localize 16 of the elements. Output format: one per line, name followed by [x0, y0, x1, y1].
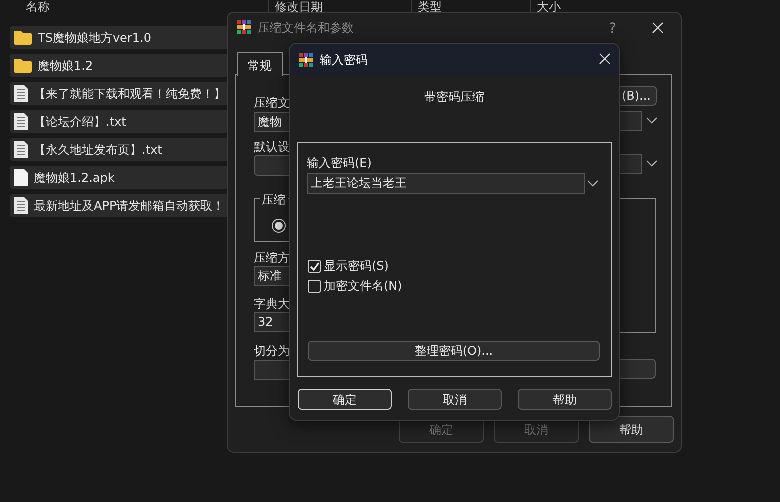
field-label: 默认设	[254, 139, 290, 156]
window-title: 输入密码	[320, 52, 368, 68]
dialog-heading: 带密码压缩	[424, 89, 486, 106]
field-label: 压缩文	[254, 95, 290, 112]
field-label: 切分为	[254, 343, 290, 360]
field-label: 压缩方	[254, 250, 290, 267]
field-label: 输入密码(E)	[307, 155, 372, 172]
file-name: 【来了就能下载和观看！纯免费！】	[34, 86, 226, 102]
file-name: 魔物娘1.2.apk	[34, 170, 115, 186]
file-name: 最新地址及APP请发邮箱自动获取！	[34, 198, 225, 214]
file-name: 【永久地址发布页】.txt	[34, 142, 162, 158]
window-title: 压缩文件名和参数	[258, 20, 354, 37]
file-name: 【论坛介绍】.txt	[34, 114, 126, 130]
file-name: TS魔物娘地方ver1.0	[38, 30, 152, 46]
field-label: 字典大	[254, 296, 290, 313]
file-name: 魔物娘1.2	[38, 58, 94, 74]
